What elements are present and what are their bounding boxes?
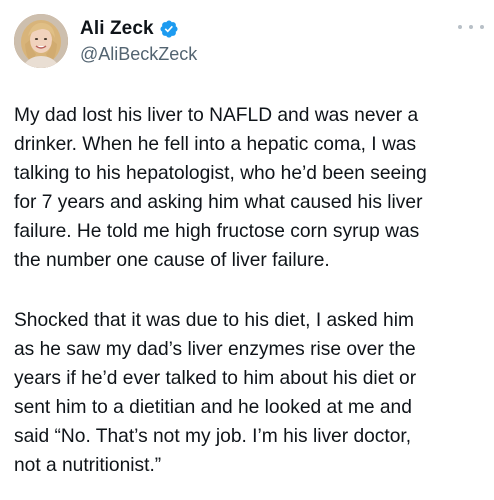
author-display-name[interactable]: Ali Zeck <box>80 18 154 40</box>
avatar-photo-icon <box>14 14 68 68</box>
tweet-card: Ali Zeck @AliBeckZeck My dad lost his li… <box>0 0 494 500</box>
more-dot-icon <box>458 25 462 29</box>
more-dot-icon <box>480 25 484 29</box>
verified-badge-icon <box>160 20 178 38</box>
author-name-row: Ali Zeck <box>80 16 179 42</box>
tweet-paragraph: Shocked that it was due to his diet, I a… <box>14 310 417 476</box>
avatar[interactable] <box>14 14 68 68</box>
more-options-button[interactable] <box>458 20 484 34</box>
tweet-paragraph: My dad lost his liver to NAFLD and was n… <box>14 105 427 271</box>
more-dot-icon <box>469 25 473 29</box>
author-handle[interactable]: @AliBeckZeck <box>80 44 197 65</box>
tweet-text: My dad lost his liver to NAFLD and was n… <box>14 101 480 480</box>
